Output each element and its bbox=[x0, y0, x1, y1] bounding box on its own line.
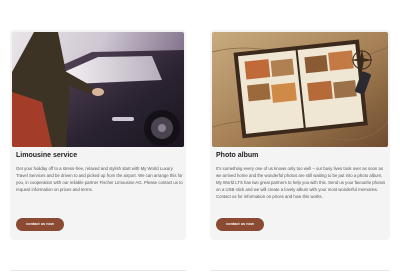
photo-album-image bbox=[212, 32, 388, 147]
section-divider bbox=[210, 270, 390, 271]
limousine-door-photo-icon bbox=[12, 32, 184, 147]
photo-album-photo-icon bbox=[212, 32, 388, 147]
limousine-service-card: Limousine service Get your holiday off t… bbox=[10, 30, 186, 240]
card-description: Get your holiday off to a stress-free, r… bbox=[16, 166, 183, 192]
card-description: It's something every one of us knows onl… bbox=[216, 166, 386, 199]
section-divider bbox=[10, 270, 186, 271]
card-title: Limousine service bbox=[16, 152, 78, 159]
limousine-image bbox=[12, 32, 184, 147]
contact-us-button[interactable]: contact us now bbox=[216, 218, 264, 231]
photo-album-card: Photo album It's something every one of … bbox=[210, 30, 390, 240]
contact-us-button[interactable]: contact us now bbox=[16, 218, 64, 231]
card-title: Photo album bbox=[216, 152, 259, 159]
